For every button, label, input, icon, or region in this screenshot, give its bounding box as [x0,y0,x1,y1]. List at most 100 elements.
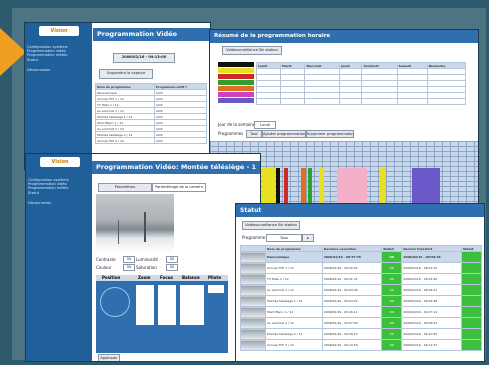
last-transfer: 2006/02/16 - 09:05:48 [401,295,462,307]
program-state: Actif [153,137,208,144]
lift-pylon-icon [144,212,146,242]
tab-camera-setup[interactable]: Paramétrage de la caméra [152,183,206,192]
status-table-body: Panoramique 2006/02/16 - 08:57:35 OK 2006/0… [240,251,483,351]
status-badge: OK [381,317,403,329]
add-schedule-button[interactable]: Ajouter programmation [262,130,306,138]
last-run: 2006/02/16 - 09:04:22 [321,295,383,307]
status-badge: OK [381,306,403,318]
status-badge [460,284,483,296]
ptz-header-balance: Balance [182,275,200,280]
table-row[interactable]: TV Piste 1 / 12 2006/02/16 - 09:01:31 OK 20… [240,273,483,285]
table-row[interactable]: Au sommet 2 / 12 2006/02/16 - 09:07:40 OK 2… [240,317,483,329]
sidebar-item[interactable]: Statut [28,191,92,195]
filter-select[interactable]: Tous [266,234,302,242]
table-row[interactable]: Panoramique 2006/02/16 - 08:57:35 OK 2006/0… [240,251,483,263]
saturation-input[interactable]: 50 [166,264,178,271]
status-badge: OK [381,273,403,285]
lift-pylon-icon [118,220,119,244]
contrast-input[interactable]: 50 [123,256,135,263]
last-transfer: 2006/02/16 - 09:02:40 [401,273,462,285]
ptz-header-position: Position [102,275,121,280]
programs-label: Programmes [218,131,244,136]
window-status: Statut Vidéosurveillance Ski station Pro… [235,203,485,362]
table-row[interactable]: Arrivée TSF 1 / 12 2006/02/16 - 09:00:02 O… [240,262,483,274]
thumbnail-image [240,251,266,263]
remove-schedule-button[interactable]: Supprimer programmation [306,130,354,138]
station-button[interactable]: Vidéosurveillance Ski station [222,46,282,55]
weekday-select[interactable]: Lundi [254,121,276,129]
last-run: 2006/02/16 - 09:00:02 [321,262,383,274]
thumbnail-image [240,262,266,274]
sidebar-item-logout[interactable]: Déconnexion [28,201,92,205]
suspend-capture-button[interactable]: Suspendre la capture [99,69,153,79]
station-button[interactable]: Vidéosurveillance Ski station [242,221,300,230]
callout-arrow-icon [0,28,26,76]
status-badge [460,251,483,263]
last-transfer: 2006/02/16 - 09:08:52 [401,317,462,329]
table-row[interactable]: Au sommet 1 / 12 2006/02/16 - 09:03:06 OK 2… [240,284,483,296]
color-input[interactable]: 50 [123,264,135,271]
sidebar-item[interactable]: Statut [27,58,91,62]
sidebar-nav: Configuration système Programmation vidé… [27,45,91,72]
sidebar: Vision Configuration système Programmati… [26,154,92,361]
table-row[interactable]: Montée télésiège 1 / 12 2006/02/16 - 09:0… [240,295,483,307]
brightness-label: Luminosité [136,257,158,262]
date-display: 2006/02/16 - 09:13:00 [113,53,175,63]
sidebar: Vision Configuration système Programmati… [25,23,92,169]
last-transfer: 2006/02/16 - 09:07:14 [401,306,462,318]
last-run: 2006/02/16 - 08:57:35 [321,251,383,263]
status-badge: OK [381,339,403,351]
status-badge: OK [381,284,403,296]
program-table: Nom de programme Programme actif ? Panor… [95,83,208,144]
legend-swatch [218,98,254,103]
sidebar-item-logout[interactable]: Déconnexion [27,68,91,72]
thumbnail-image [240,273,266,285]
last-run: 2006/02/16 - 09:07:40 [321,317,383,329]
color-label: Couleur [96,265,112,270]
program-name: Mont Blanc 1 / 12 [265,306,323,318]
legend-swatch [218,62,254,67]
thumbnail-image [240,317,266,329]
table-row[interactable]: Montée télésiège 2 / 12 2006/02/16 - 09:0… [240,328,483,340]
status-badge [460,328,483,340]
table-row [256,98,467,105]
camera-page-title: Programmation Vidéo: Montée télésiège - … [92,161,260,174]
table-row[interactable]: Mont Blanc 1 / 12 2006/02/16 - 09:06:11 OK… [240,306,483,318]
legend-swatch [218,86,254,91]
zoom-control[interactable] [136,285,154,325]
status-badge [460,273,483,285]
program-name: Arrivée TSF 2 / 12 [95,137,155,144]
last-transfer: 2006/02/16 - 08:59:18 [401,251,462,263]
thumbnail-image [240,328,266,340]
schedule-title: Résumé de la programmation horaire [210,30,478,43]
status-badge [460,295,483,307]
filter-go-button[interactable]: ▸ [302,234,314,242]
status-badge: OK [381,251,403,263]
program-name: TV Piste 1 / 12 [265,273,323,285]
table-row[interactable]: Arrivée TSF 2 / 12 Actif [95,137,208,144]
apply-button[interactable]: Appliquer [98,354,120,361]
page-title: Programmation Vidéo [93,28,210,41]
last-transfer: 2006/02/16 - 09:10:25 [401,328,462,340]
status-badge [460,262,483,274]
program-name: Montée télésiège 2 / 12 [265,328,323,340]
filter-label: Programme [242,235,266,240]
brightness-input[interactable]: 50 [166,256,178,263]
all-button[interactable]: Tout [246,130,262,138]
status-badge: OK [381,262,403,274]
focus-control[interactable] [158,285,176,325]
last-run: 2006/02/16 - 09:01:31 [321,273,383,285]
table-row[interactable]: Arrivée TSF 2 / 12 2006/02/16 - 09:10:50 O… [240,339,483,351]
last-run: 2006/02/16 - 09:06:11 [321,306,383,318]
thumbnail-image [240,339,266,351]
ptz-header-zoom: Zoom [138,275,151,280]
ptz-header-focus: Focus [160,275,173,280]
balance-control[interactable] [180,285,204,325]
program-name: Arrivée TSF 1 / 12 [265,262,323,274]
pilot-control[interactable] [208,285,224,293]
status-title: Statut [236,204,484,217]
status-badge [460,339,483,351]
tab-parameters[interactable]: Paramètres [98,183,152,192]
ptz-header: Position Zoom Focus Balance Pilote [96,275,228,281]
ptz-direction-pad[interactable] [100,287,130,317]
